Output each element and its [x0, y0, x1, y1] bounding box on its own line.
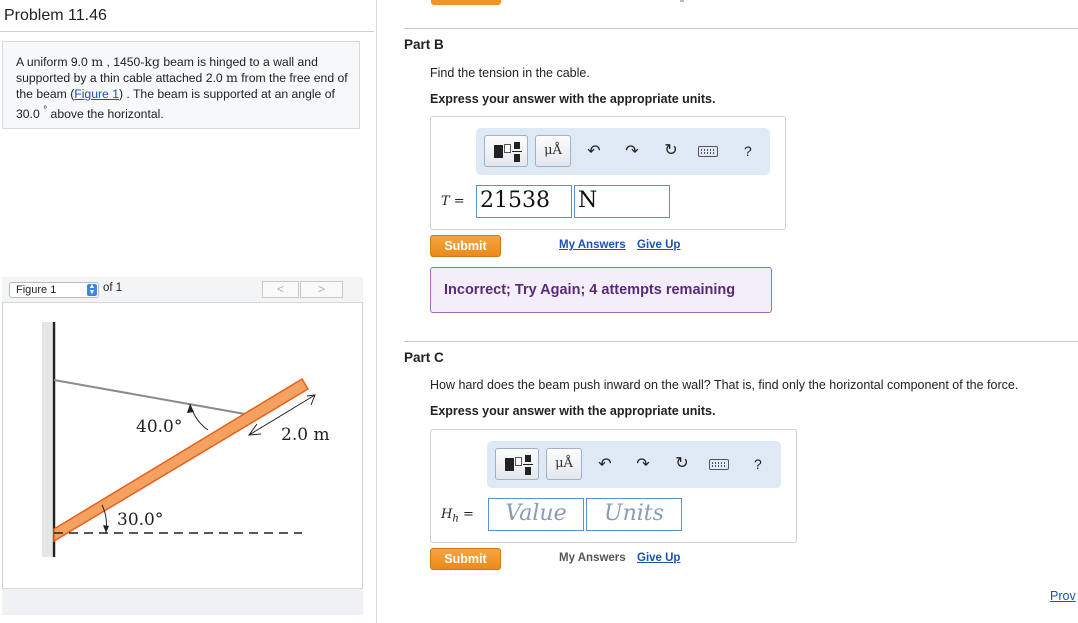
part-b-feedback: Incorrect; Try Again; 4 attempts remaini…: [430, 267, 772, 313]
label-cable-angle: 40.0°: [136, 417, 182, 437]
top-divider-fragment: [680, 0, 684, 2]
variable-symbol: H: [441, 507, 453, 522]
figure-next-button[interactable]: >: [300, 281, 343, 298]
redo-icon[interactable]: ↷: [633, 454, 653, 474]
part-b-give-up-link[interactable]: Give Up: [637, 239, 680, 251]
beam-figure: 40.0° 2.0 m 30.0°: [42, 322, 330, 557]
units-button[interactable]: μÅ: [546, 448, 582, 480]
redo-icon[interactable]: ↷: [622, 141, 642, 161]
part-b-instruction: Express your answer with the appropriate…: [430, 92, 716, 106]
units-button[interactable]: μÅ: [535, 135, 571, 167]
part-c-variable-label: Hh =: [441, 507, 474, 525]
figure-prev-button[interactable]: <: [262, 281, 299, 298]
undo-icon[interactable]: ↶: [595, 454, 615, 474]
part-b-value-input[interactable]: 21538: [476, 185, 572, 218]
figure-link[interactable]: Figure 1: [74, 87, 119, 101]
help-button[interactable]: ?: [744, 143, 752, 159]
unit-kg: kg: [144, 54, 160, 69]
part-b-variable-label: T =: [441, 194, 465, 209]
keyboard-icon[interactable]: [698, 146, 718, 157]
statement-text: above the horizontal.: [47, 106, 164, 121]
label-beam-angle: 30.0°: [117, 510, 163, 530]
help-button[interactable]: ?: [754, 456, 762, 472]
provide-feedback-link[interactable]: Prov: [1050, 589, 1076, 603]
variable-equals: =: [462, 507, 474, 522]
title-divider: [0, 31, 374, 32]
unit-m: m: [226, 70, 238, 86]
unit-m: m: [91, 54, 104, 69]
part-c-question: How hard does the beam push inward on th…: [430, 378, 1019, 392]
column-divider: [376, 0, 377, 623]
part-c-submit-button[interactable]: Submit: [430, 548, 501, 570]
problem-statement: A uniform 9.0 m , 1450-kg beam is hinged…: [2, 41, 360, 129]
part-c-value-input[interactable]: Value: [488, 498, 584, 531]
part-c-my-answers-label: My Answers: [559, 552, 626, 564]
wall-hatch: [42, 322, 52, 557]
problem-title: Problem 11.46: [4, 7, 107, 24]
label-distance: 2.0 m: [281, 425, 330, 445]
previous-submit-button-edge: [431, 0, 501, 5]
undo-icon[interactable]: ↶: [584, 141, 604, 161]
part-b-divider: [404, 28, 1078, 29]
variable-subscript: h: [452, 513, 459, 525]
part-c-title: Part C: [404, 350, 444, 365]
part-b-question: Find the tension in the cable.: [430, 66, 590, 80]
figure-count: of 1: [103, 282, 123, 294]
keyboard-icon[interactable]: [709, 459, 729, 470]
part-b-units-input[interactable]: N: [574, 185, 670, 218]
template-button[interactable]: [495, 448, 539, 480]
distance-arrowhead-right: [306, 394, 316, 406]
part-b-my-answers-link[interactable]: My Answers: [559, 239, 626, 251]
statement-text: , 1450-: [103, 55, 145, 69]
reset-icon[interactable]: ↻: [661, 140, 681, 160]
statement-text: A uniform 9.0: [16, 55, 92, 69]
template-button[interactable]: [484, 135, 528, 167]
cable-line: [53, 379, 246, 415]
figure-select-value: Figure 1: [16, 284, 57, 296]
part-c-units-input[interactable]: Units: [586, 498, 682, 531]
select-arrows-icon[interactable]: ▲ ▼: [87, 283, 97, 296]
figure-select[interactable]: Figure 1: [9, 282, 99, 298]
part-b-submit-button[interactable]: Submit: [430, 235, 501, 257]
distance-arrowhead-left: [247, 423, 262, 436]
part-c-give-up-link[interactable]: Give Up: [637, 552, 680, 564]
beam-angle-arrow: [103, 525, 109, 533]
part-c-divider: [404, 341, 1078, 342]
part-b-title: Part B: [404, 37, 444, 52]
reset-icon[interactable]: ↻: [672, 453, 692, 473]
part-c-instruction: Express your answer with the appropriate…: [430, 404, 716, 418]
figure-footer: [2, 588, 363, 615]
